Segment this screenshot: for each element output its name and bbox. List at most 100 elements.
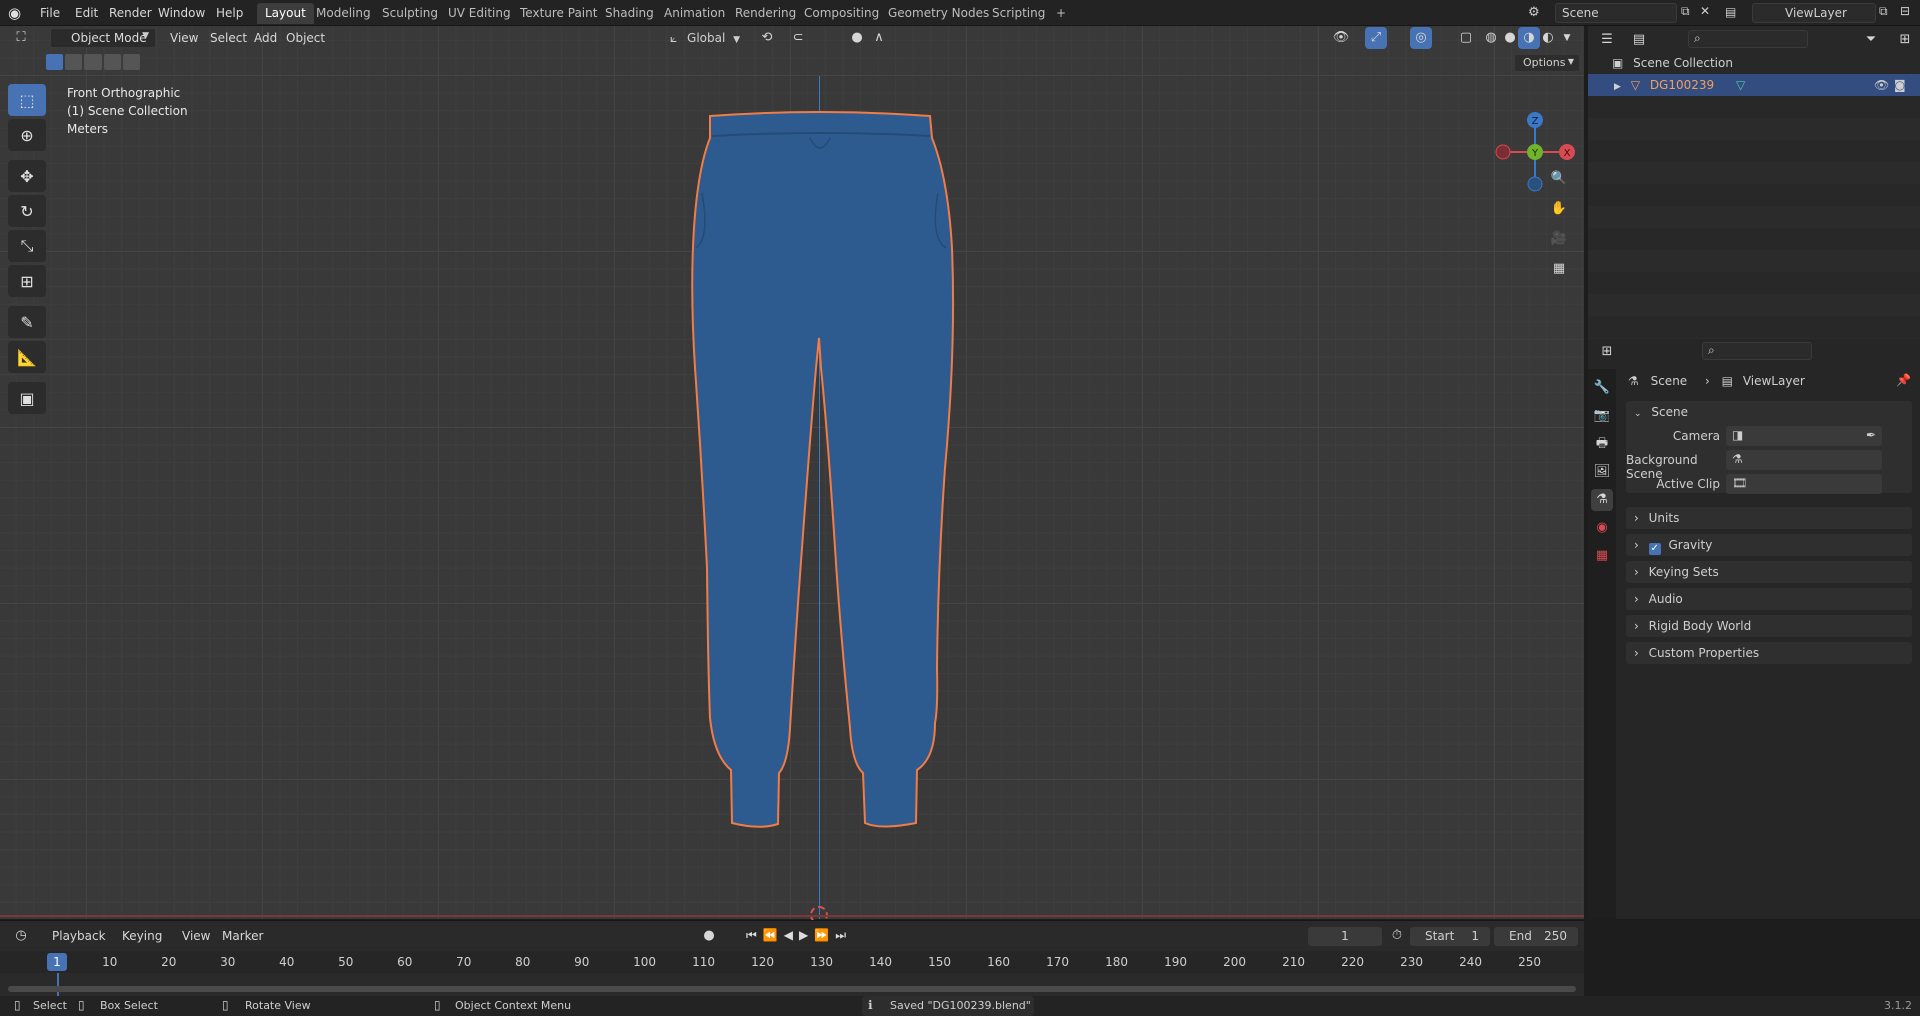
select-extend-icon[interactable] (65, 54, 83, 70)
outliner-search-input[interactable]: ⌕ (1688, 30, 1808, 48)
keying-sets-panel[interactable]: › Keying Sets (1626, 561, 1912, 583)
menu-window[interactable]: Window (152, 3, 211, 23)
perspective-grid-icon[interactable]: ▦ (1548, 258, 1570, 280)
background-scene-field[interactable]: ⚗ (1726, 450, 1882, 470)
select-invert-icon[interactable] (103, 54, 121, 70)
proportional-edit-icon[interactable]: ● (846, 27, 868, 49)
new-view-layer-icon[interactable]: ⧉ (1879, 4, 1888, 19)
properties-search-input[interactable]: ⌕ (1702, 342, 1812, 360)
view-layer-tab-icon[interactable]: 🖼 (1591, 461, 1613, 483)
select-intersect-icon[interactable] (122, 54, 141, 70)
menu-playback[interactable]: Playback (46, 926, 112, 946)
falloff-icon[interactable]: ∧ (868, 27, 890, 49)
jump-start-icon[interactable]: ⏮ (746, 928, 757, 943)
texture-tab-icon[interactable]: ▦ (1591, 545, 1613, 567)
3d-viewport[interactable]: ⛶ Object Mode ▼ View Select Add Object ⟀… (0, 26, 1584, 924)
scene-tab-icon[interactable]: ⚗ (1591, 489, 1613, 511)
camera-render-icon[interactable]: ◙ (1894, 74, 1906, 96)
zoom-icon[interactable]: 🔍 (1548, 168, 1570, 190)
outliner-row-root[interactable]: ▣ Scene Collection (1588, 52, 1920, 74)
add-workspace-button[interactable]: + (1048, 3, 1074, 24)
stopwatch-icon[interactable]: ⏱ (1386, 925, 1408, 947)
options-button[interactable]: Options ▼ (1514, 54, 1580, 72)
frame-ruler[interactable]: 1 10 20 30 40 50 60 70 80 90 100 110 120 130 140 150 16… (0, 951, 1584, 973)
eye-icon[interactable]: 👁 (1874, 74, 1889, 96)
tool-tab-icon[interactable]: 🔧 (1591, 377, 1613, 399)
delete-scene-icon[interactable]: ✕ (1700, 4, 1710, 18)
scene-selector[interactable]: Scene (1555, 3, 1677, 23)
menu-timeline-view[interactable]: View (176, 926, 216, 946)
view-layer-selector[interactable]: ViewLayer (1752, 3, 1876, 23)
tab-geometry-nodes[interactable]: Geometry Nodes (880, 3, 997, 24)
rigid-body-world-panel[interactable]: › Rigid Body World (1626, 615, 1912, 637)
tab-animation[interactable]: Animation (656, 3, 733, 24)
camera-view-icon[interactable]: 🎥 (1548, 228, 1570, 250)
transform-tool[interactable]: ⊞ (8, 265, 46, 297)
menu-file[interactable]: File (34, 3, 66, 23)
units-panel[interactable]: › Units (1626, 507, 1912, 529)
cursor-tool[interactable]: ⊕ (8, 119, 46, 151)
timeline-scrollbar[interactable] (8, 986, 1576, 992)
rotate-tool[interactable]: ↻ (8, 195, 46, 227)
timeline-editor-icon[interactable]: ◷ (10, 925, 32, 947)
gizmo-toggle-icon[interactable]: ⤢ (1365, 27, 1387, 49)
tab-sculpting[interactable]: Sculpting (374, 3, 446, 24)
xray-icon[interactable]: ▢ (1455, 27, 1477, 49)
jump-keyframe-back-icon[interactable]: ⏪ (763, 928, 778, 943)
outliner-editor-icon[interactable]: ☰ (1596, 29, 1618, 51)
tab-compositing[interactable]: Compositing (796, 3, 887, 24)
camera-field[interactable]: ◨ ✒ (1726, 426, 1882, 446)
tab-modeling[interactable]: Modeling (308, 3, 379, 24)
overlay-toggle-icon[interactable]: ◎ (1410, 27, 1432, 49)
properties-editor-icon[interactable]: ⊞ (1596, 341, 1618, 363)
gravity-checkbox[interactable]: ✓ (1648, 543, 1661, 555)
select-new-icon[interactable] (46, 54, 64, 70)
menu-marker[interactable]: Marker (216, 926, 269, 946)
measure-tool[interactable]: 📐 (8, 341, 46, 373)
pivot-icon[interactable]: ⟲ (756, 27, 778, 49)
mode-dropdown[interactable]: Object Mode ▼ (50, 28, 156, 48)
scale-tool[interactable]: ⤡ (8, 230, 46, 262)
editor-type-icon[interactable]: ⛶ (10, 27, 32, 49)
menu-help[interactable]: Help (210, 3, 249, 23)
new-scene-icon[interactable]: ⧉ (1681, 4, 1690, 19)
pan-hand-icon[interactable]: ✋ (1548, 198, 1570, 220)
end-frame-field[interactable]: End 250 (1494, 927, 1578, 946)
world-tab-icon[interactable]: ◉ (1591, 517, 1613, 539)
output-tab-icon[interactable]: 🖶 (1591, 433, 1613, 455)
scene-panel-header[interactable]: ⌄ Scene (1626, 401, 1912, 423)
menu-keying[interactable]: Keying (116, 926, 168, 946)
start-frame-field[interactable]: Start 1 (1410, 927, 1490, 946)
menu-view[interactable]: View (164, 28, 204, 48)
outliner-row-object[interactable]: ▶ ▽ DG100239 ▽ 👁 ◙ (1588, 74, 1920, 96)
record-icon[interactable]: ● (698, 925, 720, 947)
jump-keyframe-forward-icon[interactable]: ⏩ (814, 928, 829, 943)
tab-texture-paint[interactable]: Texture Paint (512, 3, 605, 24)
eyedropper-icon[interactable]: ✒ (1866, 428, 1876, 442)
menu-add[interactable]: Add (248, 28, 283, 48)
blender-logo-icon[interactable]: ◉ (8, 4, 26, 22)
gravity-panel[interactable]: › ✓ Gravity (1626, 534, 1912, 556)
expand-arrow-icon[interactable]: ▶ (1614, 82, 1621, 92)
visibility-icon[interactable]: 👁 (1330, 27, 1352, 49)
snap-icon[interactable]: ⊂ (787, 27, 809, 49)
display-mode-icon[interactable]: ▤ (1628, 29, 1650, 51)
tab-shading[interactable]: Shading (597, 3, 662, 24)
transform-orientation-dropdown[interactable]: ⟀ Global ▼ (670, 28, 746, 48)
render-tab-icon[interactable]: 📷 (1591, 405, 1613, 427)
tab-rendering[interactable]: Rendering (727, 3, 804, 24)
tab-layout[interactable]: Layout (257, 3, 314, 24)
select-subtract-icon[interactable] (84, 54, 102, 70)
select-box-tool[interactable]: ⬚ (8, 84, 46, 116)
active-clip-field[interactable]: 🎞 (1726, 474, 1882, 494)
menu-select[interactable]: Select (204, 28, 253, 48)
shading-options-icon[interactable]: ▼ (1556, 27, 1578, 49)
menu-render[interactable]: Render (103, 3, 158, 23)
playhead[interactable]: 1 (47, 953, 67, 971)
pin-icon[interactable]: 📌 (1896, 373, 1911, 387)
play-icon[interactable]: ▶ (799, 928, 808, 943)
trousers-mesh[interactable] (680, 108, 960, 868)
view-layer-icon[interactable]: ▤ (1725, 5, 1736, 19)
play-reverse-icon[interactable]: ◀ (784, 928, 793, 943)
custom-properties-panel[interactable]: › Custom Properties (1626, 642, 1912, 664)
